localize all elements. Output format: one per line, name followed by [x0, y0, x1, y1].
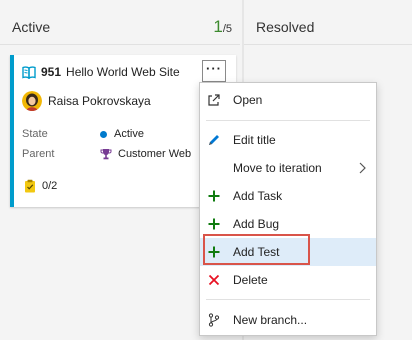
- menu-item-open[interactable]: Open: [200, 86, 376, 114]
- state-label: State: [22, 128, 48, 140]
- menu-item-label: New branch...: [233, 313, 308, 327]
- wip-count: 1/5: [213, 17, 232, 37]
- work-item-title[interactable]: Hello World Web Site: [66, 65, 180, 79]
- menu-separator: [206, 299, 370, 300]
- chevron-right-icon: [359, 162, 366, 174]
- child-tasks-count: 0/2: [42, 180, 58, 192]
- resolved-column-header: Resolved: [244, 0, 412, 45]
- header-divider: [0, 44, 240, 45]
- clipboard-icon: [25, 179, 35, 193]
- avatar: [22, 91, 42, 111]
- parent-value: Customer Web: [118, 148, 192, 160]
- menu-item-label: Move to iteration: [233, 161, 322, 175]
- work-item-id: 951: [41, 65, 62, 79]
- menu-item-label: Edit title: [233, 133, 276, 147]
- plus-icon: [207, 189, 221, 203]
- menu-item-label: Delete: [233, 273, 268, 287]
- menu-item-label: Add Task: [233, 189, 283, 203]
- active-column-header: Active 1/5: [0, 0, 240, 45]
- wip-current: 1: [213, 17, 223, 36]
- active-column-title: Active: [12, 19, 51, 35]
- context-menu: Open Edit title Move to iteration Add Ta…: [199, 82, 377, 336]
- x-icon: [207, 273, 221, 287]
- wip-limit: /5: [222, 23, 232, 35]
- menu-item-delete[interactable]: Delete: [200, 266, 376, 294]
- trophy-icon: [100, 149, 112, 160]
- highlight-outline: [203, 234, 310, 265]
- menu-item-add-task[interactable]: Add Task: [200, 182, 376, 210]
- state-value-wrap[interactable]: Active: [100, 128, 144, 140]
- parent-value-wrap[interactable]: Customer Web: [100, 148, 191, 160]
- parent-label: Parent: [22, 148, 55, 160]
- child-tasks[interactable]: 0/2: [24, 179, 57, 193]
- pencil-icon: [207, 133, 221, 147]
- menu-separator: [206, 120, 370, 121]
- menu-item-move-to-iteration[interactable]: Move to iteration: [200, 154, 376, 182]
- branch-icon: [207, 313, 221, 327]
- assignee-name: Raisa Pokrovskaya: [48, 94, 151, 108]
- more-actions-button[interactable]: ···: [202, 60, 226, 82]
- card-header: 951 Hello World Web Site: [22, 65, 180, 79]
- menu-item-label: Add Bug: [233, 217, 280, 231]
- header-divider: [244, 44, 412, 45]
- resolved-column-title: Resolved: [256, 19, 315, 35]
- state-value: Active: [114, 128, 144, 140]
- plus-icon: [207, 217, 221, 231]
- open-icon: [207, 93, 221, 107]
- menu-item-new-branch[interactable]: New branch...: [200, 306, 376, 334]
- state-dot-icon: [100, 130, 107, 138]
- book-icon: [22, 65, 36, 79]
- menu-item-edit-title[interactable]: Edit title: [200, 126, 376, 154]
- assignee[interactable]: Raisa Pokrovskaya: [22, 91, 151, 111]
- menu-item-label: Open: [233, 93, 263, 107]
